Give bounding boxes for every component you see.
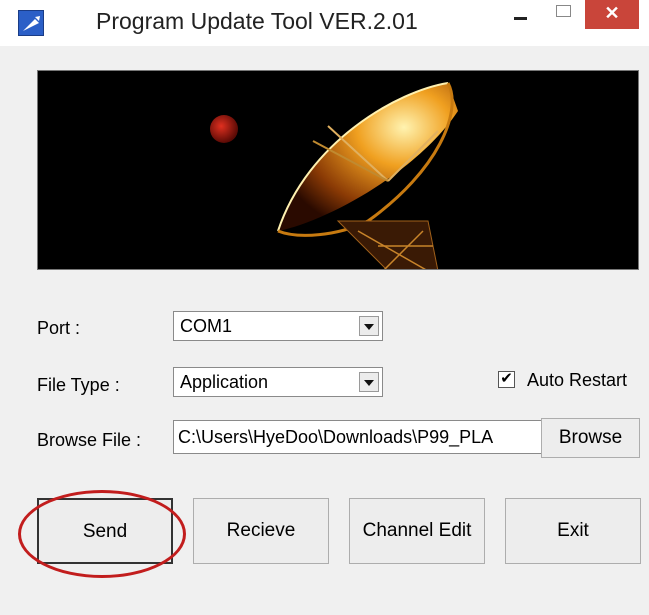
auto-restart-checkbox[interactable]: ✔ [498,371,515,388]
port-label: Port : [37,318,81,338]
browse-button[interactable]: Browse [541,418,640,458]
chevron-down-icon[interactable] [359,372,379,392]
minimize-icon[interactable] [503,0,539,30]
app-icon[interactable] [18,10,44,36]
file-type-label: File Type : [37,375,120,395]
send-button[interactable]: Send [37,498,173,564]
chevron-down-icon[interactable] [359,316,379,336]
browse-file-path: C:\Users\HyeDoo\Downloads\P99_PLA [178,427,494,447]
close-icon[interactable]: ✕ [585,0,639,29]
file-type-select[interactable]: Application [173,367,383,397]
title-bar: Program Update Tool VER.2.01 ✕ [0,0,649,46]
channel-edit-button[interactable]: Channel Edit [349,498,485,564]
port-value: COM1 [180,316,233,336]
browse-file-input[interactable]: C:\Users\HyeDoo\Downloads\P99_PLA [173,420,545,454]
satellite-dish-banner [37,70,639,270]
browse-file-label: Browse File : [37,430,142,450]
port-select[interactable]: COM1 [173,311,383,341]
file-type-value: Application [180,372,269,392]
auto-restart-label[interactable]: Auto Restart [527,370,627,391]
maximize-icon[interactable] [543,0,583,30]
window-title: Program Update Tool VER.2.01 [96,8,418,34]
exit-button[interactable]: Exit [505,498,641,564]
receive-button[interactable]: Recieve [193,498,329,564]
